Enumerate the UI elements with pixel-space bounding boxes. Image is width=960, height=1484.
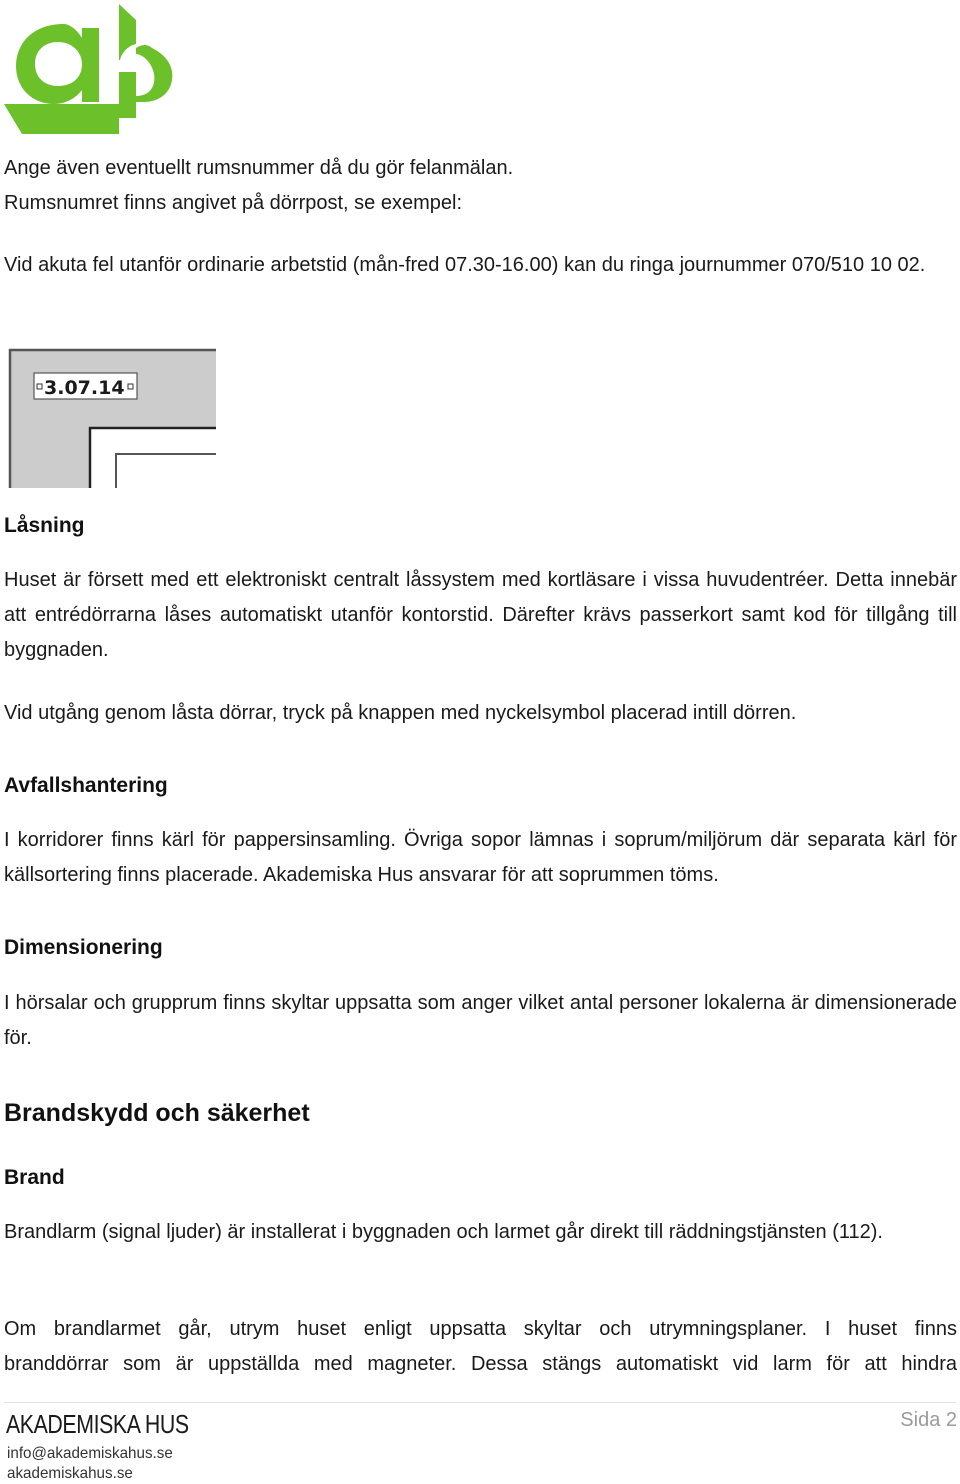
footer-brand-name: AKADEMISKA HUS (6, 1409, 189, 1439)
lasning-paragraph-1: Huset är försett med ett elektroniskt ce… (4, 569, 957, 661)
avfall-paragraph: I korridorer finns kärl för pappersinsam… (4, 829, 957, 886)
footer-website-link[interactable]: akademiskahus.se (7, 1464, 133, 1484)
intro-line-2: Rumsnumret finns angivet på dörrpost, se… (4, 192, 462, 214)
heading-lasning: Låsning (4, 514, 85, 537)
page-number: Sida 2 (900, 1409, 957, 1431)
footer-divider (4, 1402, 956, 1403)
ah-logo-icon (4, 4, 173, 134)
heading-dimensionering: Dimensionering (4, 936, 163, 959)
heading-brandskydd: Brandskydd och säkerhet (4, 1099, 310, 1127)
brand-paragraph-2-line-2: branddörrar som är uppställda med magnet… (4, 1353, 957, 1375)
brand-paragraph-2-line-1: Om brandlarmet går, utrym huset enligt u… (4, 1318, 957, 1340)
dimension-paragraph: I hörsalar och grupprum finns skyltar up… (4, 992, 957, 1049)
footer-email-link[interactable]: info@akademiskahus.se (7, 1444, 173, 1464)
lasning-paragraph-2: Vid utgång genom låsta dörrar, tryck på … (4, 702, 797, 724)
intro-line-1: Ange även eventuellt rumsnummer då du gö… (4, 157, 514, 179)
door-post-example-figure: 3.07.14 (8, 348, 216, 488)
akademiska-hus-logo (2, 2, 174, 134)
door-post-shape (10, 350, 216, 488)
emergency-text: Vid akuta fel utanför ordinarie arbetsti… (4, 254, 926, 276)
room-number-label: 3.07.14 (44, 377, 125, 399)
brand-paragraph-1: Brandlarm (signal ljuder) är installerat… (4, 1221, 883, 1243)
heading-brand: Brand (4, 1166, 65, 1189)
heading-avfallshantering: Avfallshantering (4, 774, 168, 797)
